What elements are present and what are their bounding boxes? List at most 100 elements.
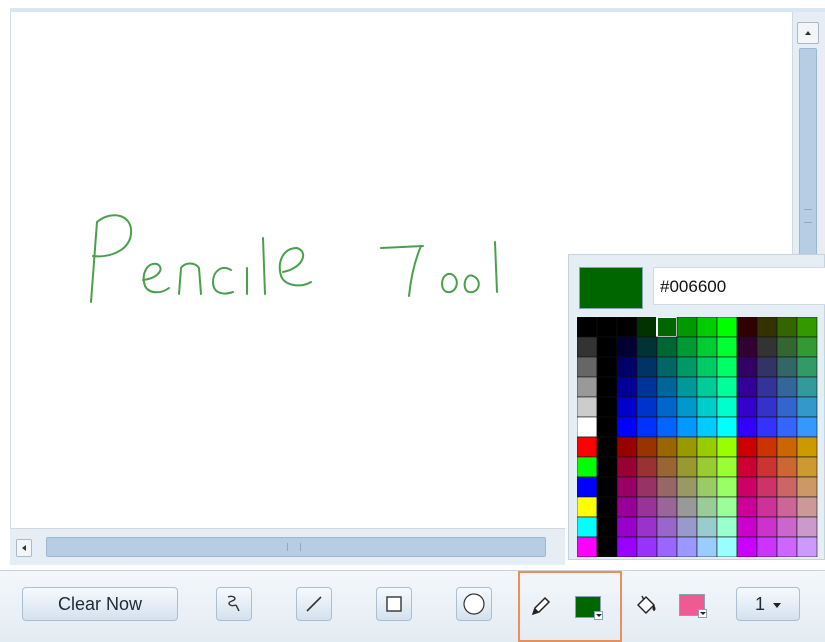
- palette-swatch[interactable]: [676, 336, 698, 358]
- palette-swatch[interactable]: [676, 376, 698, 398]
- palette-swatch[interactable]: [616, 476, 638, 498]
- palette-swatch[interactable]: [716, 476, 738, 498]
- palette-swatch[interactable]: [756, 516, 778, 538]
- scroll-left-button[interactable]: [16, 539, 32, 557]
- palette-swatch[interactable]: [636, 436, 658, 458]
- palette-swatch[interactable]: [696, 516, 718, 538]
- palette-swatch[interactable]: [776, 376, 798, 398]
- palette-swatch[interactable]: [656, 456, 678, 478]
- fill-bucket-tool-button[interactable]: [634, 593, 658, 622]
- horizontal-scrollbar[interactable]: [10, 528, 565, 565]
- palette-swatch[interactable]: [796, 496, 818, 518]
- palette-swatch[interactable]: [716, 336, 738, 358]
- palette-swatch[interactable]: [616, 336, 638, 358]
- palette-swatch[interactable]: [716, 396, 738, 418]
- palette-swatch[interactable]: [577, 536, 598, 557]
- palette-swatch[interactable]: [736, 416, 758, 438]
- pencil-tool-button[interactable]: [530, 595, 552, 622]
- palette-swatch[interactable]: [756, 436, 778, 458]
- palette-swatch[interactable]: [636, 516, 658, 538]
- palette-swatch[interactable]: [656, 476, 678, 498]
- palette-swatch[interactable]: [776, 336, 798, 358]
- palette-swatch[interactable]: [656, 436, 678, 458]
- palette-swatch[interactable]: [656, 376, 678, 398]
- palette-swatch[interactable]: [656, 536, 678, 557]
- palette-swatch[interactable]: [636, 356, 658, 378]
- palette-swatch[interactable]: [616, 317, 638, 338]
- palette-swatch[interactable]: [596, 336, 618, 358]
- palette-swatch[interactable]: [736, 476, 758, 498]
- palette-swatch[interactable]: [596, 476, 618, 498]
- palette-swatch[interactable]: [736, 436, 758, 458]
- palette-swatch[interactable]: [596, 516, 618, 538]
- palette-swatch[interactable]: [676, 416, 698, 438]
- palette-swatch[interactable]: [796, 336, 818, 358]
- palette-swatch[interactable]: [736, 516, 758, 538]
- palette-swatch[interactable]: [796, 376, 818, 398]
- palette-swatch[interactable]: [616, 416, 638, 438]
- palette-swatch[interactable]: [636, 396, 658, 418]
- palette-swatch[interactable]: [716, 376, 738, 398]
- freehand-curve-tool-button[interactable]: [216, 587, 252, 621]
- palette-swatch[interactable]: [577, 496, 598, 518]
- hex-color-field[interactable]: #006600: [653, 267, 825, 305]
- palette-swatch[interactable]: [736, 336, 758, 358]
- palette-swatch[interactable]: [656, 336, 678, 358]
- palette-swatch[interactable]: [636, 376, 658, 398]
- palette-swatch[interactable]: [616, 496, 638, 518]
- palette-swatch[interactable]: [716, 436, 738, 458]
- palette-swatch[interactable]: [577, 456, 598, 478]
- palette-swatch[interactable]: [596, 416, 618, 438]
- scroll-up-button[interactable]: [797, 22, 819, 44]
- rectangle-tool-button[interactable]: [376, 587, 412, 621]
- palette-swatch[interactable]: [696, 456, 718, 478]
- fill-color-button[interactable]: [674, 589, 710, 621]
- palette-swatch[interactable]: [676, 356, 698, 378]
- palette-swatch[interactable]: [616, 436, 638, 458]
- palette-swatch[interactable]: [676, 536, 698, 557]
- palette-swatch[interactable]: [716, 516, 738, 538]
- palette-swatch[interactable]: [616, 456, 638, 478]
- palette-swatch[interactable]: [716, 416, 738, 438]
- palette-swatch[interactable]: [796, 356, 818, 378]
- palette-swatch[interactable]: [577, 396, 598, 418]
- palette-swatch[interactable]: [596, 536, 618, 557]
- palette-swatch[interactable]: [716, 536, 738, 557]
- palette-swatch[interactable]: [577, 336, 598, 358]
- palette-swatch[interactable]: [577, 317, 598, 338]
- palette-swatch[interactable]: [636, 536, 658, 557]
- palette-swatch[interactable]: [736, 356, 758, 378]
- palette-swatch[interactable]: [756, 376, 778, 398]
- palette-swatch[interactable]: [776, 516, 798, 538]
- palette-swatch[interactable]: [736, 536, 758, 557]
- palette-swatch[interactable]: [756, 396, 778, 418]
- palette-swatch[interactable]: [756, 456, 778, 478]
- stroke-color-button[interactable]: [570, 591, 606, 623]
- palette-swatch[interactable]: [656, 356, 678, 378]
- palette-swatch[interactable]: [736, 396, 758, 418]
- palette-swatch[interactable]: [796, 516, 818, 538]
- palette-swatch[interactable]: [676, 516, 698, 538]
- palette-swatch[interactable]: [656, 496, 678, 518]
- palette-swatch[interactable]: [796, 536, 818, 557]
- palette-swatch[interactable]: [796, 396, 818, 418]
- palette-swatch[interactable]: [636, 317, 658, 338]
- palette-swatch[interactable]: [756, 496, 778, 518]
- palette-swatch[interactable]: [676, 496, 698, 518]
- palette-swatch[interactable]: [776, 356, 798, 378]
- palette-swatch[interactable]: [696, 336, 718, 358]
- palette-swatch[interactable]: [696, 356, 718, 378]
- palette-swatch[interactable]: [716, 456, 738, 478]
- palette-swatch[interactable]: [636, 336, 658, 358]
- horizontal-scroll-thumb[interactable]: [46, 537, 546, 557]
- palette-swatch[interactable]: [616, 376, 638, 398]
- palette-swatch[interactable]: [756, 416, 778, 438]
- clear-now-button[interactable]: Clear Now: [22, 587, 178, 621]
- palette-swatch[interactable]: [636, 416, 658, 438]
- palette-swatch[interactable]: [736, 376, 758, 398]
- palette-swatch[interactable]: [736, 456, 758, 478]
- palette-swatch[interactable]: [716, 356, 738, 378]
- palette-swatch[interactable]: [596, 456, 618, 478]
- palette-swatch[interactable]: [596, 396, 618, 418]
- palette-swatch[interactable]: [676, 317, 698, 338]
